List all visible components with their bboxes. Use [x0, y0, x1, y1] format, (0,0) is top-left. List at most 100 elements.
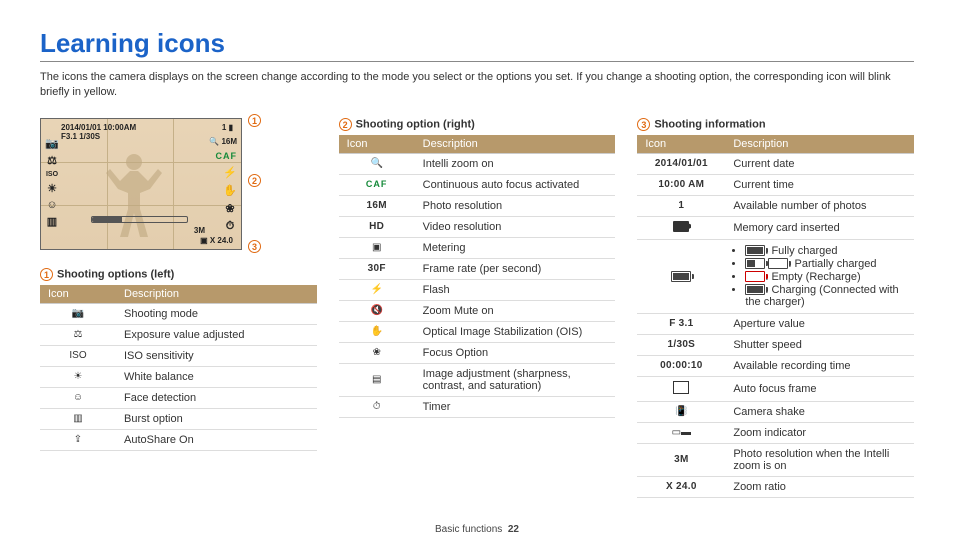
- osd-zoom-label: 🔍 16M: [209, 137, 237, 146]
- table-row: X 24.0 Zoom ratio: [637, 476, 914, 497]
- osd-exposure: F3.1 1/30S: [61, 132, 100, 141]
- cell-desc: Current date: [725, 153, 914, 174]
- cell-icon: 🔇: [339, 300, 415, 321]
- cell-desc: Zoom ratio: [725, 476, 914, 497]
- cell-icon: 🔍: [339, 153, 415, 174]
- row-icon: ⚖: [69, 329, 87, 340]
- cell-desc: Available number of photos: [725, 195, 914, 216]
- row-icon: ▤: [368, 374, 386, 385]
- th-icon: Icon: [637, 135, 725, 154]
- section-left-heading: 1Shooting options (left): [40, 268, 317, 281]
- cell-desc: ISO sensitivity: [116, 345, 317, 366]
- flash-icon: ⚡: [223, 166, 237, 179]
- list-item: : Empty (Recharge): [745, 271, 906, 283]
- camera-preview: 2014/01/01 10:00AM F3.1 1/30S 1 ▮ 📷 ⚖ IS…: [40, 118, 242, 250]
- cell-icon: 📳: [637, 401, 725, 422]
- cell-icon: ▥: [40, 408, 116, 429]
- table-row: 📳Camera shake: [637, 401, 914, 422]
- focus-icon: ❀: [223, 202, 237, 215]
- table-row: ▥ Burst option: [40, 408, 317, 429]
- row-icon: ❀: [368, 347, 386, 358]
- row-icon: ▥: [69, 413, 87, 424]
- list-item: : Partially charged: [745, 258, 906, 270]
- cell-desc: Image adjustment (sharpness, contrast, a…: [415, 363, 616, 396]
- table-row: HDVideo resolution: [339, 216, 616, 237]
- cell-icon: 00:00:10: [637, 355, 725, 376]
- table-row: ⚖Exposure value adjusted: [40, 324, 317, 345]
- cell-desc: Memory card inserted: [725, 216, 914, 239]
- footer-section: Basic functions: [435, 524, 502, 535]
- section-right-heading: 2Shooting option (right): [339, 118, 616, 131]
- col-mid: 2Shooting option (right) Icon Descriptio…: [339, 118, 616, 418]
- table-row: ▤ Image adjustment (sharpness, contrast, …: [339, 363, 616, 396]
- intro-text: The icons the camera displays on the scr…: [40, 70, 914, 100]
- badge-1: 1: [40, 268, 53, 281]
- page-title: Learning icons: [40, 28, 914, 59]
- th-desc: Description: [725, 135, 914, 154]
- cell-icon: 30F: [339, 258, 415, 279]
- badge-2: 2: [339, 118, 352, 131]
- row-icon: ✋: [368, 326, 386, 337]
- osd-caf: CAF: [216, 151, 238, 161]
- mode-icon: 📷: [45, 137, 59, 150]
- cell-desc: Flash: [415, 279, 616, 300]
- cell-desc: Shooting mode: [116, 303, 317, 324]
- row-icon: ☀: [69, 371, 87, 382]
- cell-desc: Photo resolution when the Intelli zoom i…: [725, 443, 914, 476]
- row-icon: 1/30S: [668, 339, 696, 350]
- cell-icon: 1/30S: [637, 334, 725, 355]
- cell-desc: Frame rate (per second): [415, 258, 616, 279]
- table-row: ❀ Focus Option: [339, 342, 616, 363]
- cell-icon: ☺: [40, 387, 116, 408]
- grid-line: [173, 119, 174, 249]
- row-icon: ⚡: [368, 284, 386, 295]
- row-icon: ⇪: [69, 434, 87, 445]
- row-icon: 3M: [672, 454, 690, 465]
- cell-icon: ▣: [339, 237, 415, 258]
- th-desc: Description: [415, 135, 616, 154]
- table-row: 10:00 AMCurrent time: [637, 174, 914, 195]
- table-info: Icon Description 2014/01/01Current date1…: [637, 135, 914, 498]
- row-icon: ▭▬: [672, 427, 691, 438]
- table-row: CAFContinuous auto focus activated: [339, 174, 616, 195]
- callout-2: 2: [248, 174, 265, 187]
- table-row: 🔍Intelli zoom on: [339, 153, 616, 174]
- cell-icon: 16M: [339, 195, 415, 216]
- table-row: Memory card inserted: [637, 216, 914, 239]
- cell-desc: Burst option: [116, 408, 317, 429]
- cell-desc: Optical Image Stabilization (OIS): [415, 321, 616, 342]
- cell-icon: ⚡: [339, 279, 415, 300]
- cell-icon: ▤: [339, 363, 415, 396]
- cell-desc: Focus Option: [415, 342, 616, 363]
- osd-zoom-ratio: ▣ X 24.0: [200, 236, 233, 245]
- row-icon: 1: [672, 200, 690, 211]
- row-icon: 🔍: [368, 158, 386, 169]
- table-row: 16MPhoto resolution: [339, 195, 616, 216]
- memory-card-icon: [673, 221, 689, 232]
- table-row: 1/30SShutter speed: [637, 334, 914, 355]
- battery-empty-icon: [745, 271, 765, 282]
- cell-desc: Aperture value: [725, 313, 914, 334]
- table-row: ☀White balance: [40, 366, 317, 387]
- page-footer: Basic functions 22: [40, 524, 914, 535]
- row-icon: X 24.0: [666, 481, 697, 492]
- cell-icon: 10:00 AM: [637, 174, 725, 195]
- cell-desc: Camera shake: [725, 401, 914, 422]
- ois-icon: ✋: [223, 184, 237, 197]
- burst-icon: ▥: [45, 215, 59, 228]
- cell-desc: AutoShare On: [116, 429, 317, 450]
- cell-icon: ISO: [40, 345, 116, 366]
- row-icon: HD: [368, 221, 386, 232]
- ev-icon: ⚖: [45, 154, 59, 167]
- row-icon: F 3.1: [669, 318, 693, 329]
- cell-icon: ⇪: [40, 429, 116, 450]
- osd-date: 2014/01/01 10:00AM: [61, 123, 136, 132]
- cell-desc: : Fully charged : Partially charged: Emp…: [725, 239, 914, 313]
- osd-right-icons: 🔍 16M CAF ⚡ ✋ ❀ ⏱: [209, 137, 237, 233]
- table-row: ⏱Timer: [339, 396, 616, 417]
- table-row: ⇪ AutoShare On: [40, 429, 317, 450]
- table-row: 3M Photo resolution when the Intelli zoom…: [637, 443, 914, 476]
- table-row: 📷Shooting mode: [40, 303, 317, 324]
- battery-partial-icon: [745, 258, 765, 269]
- list-item: : Fully charged: [745, 245, 906, 257]
